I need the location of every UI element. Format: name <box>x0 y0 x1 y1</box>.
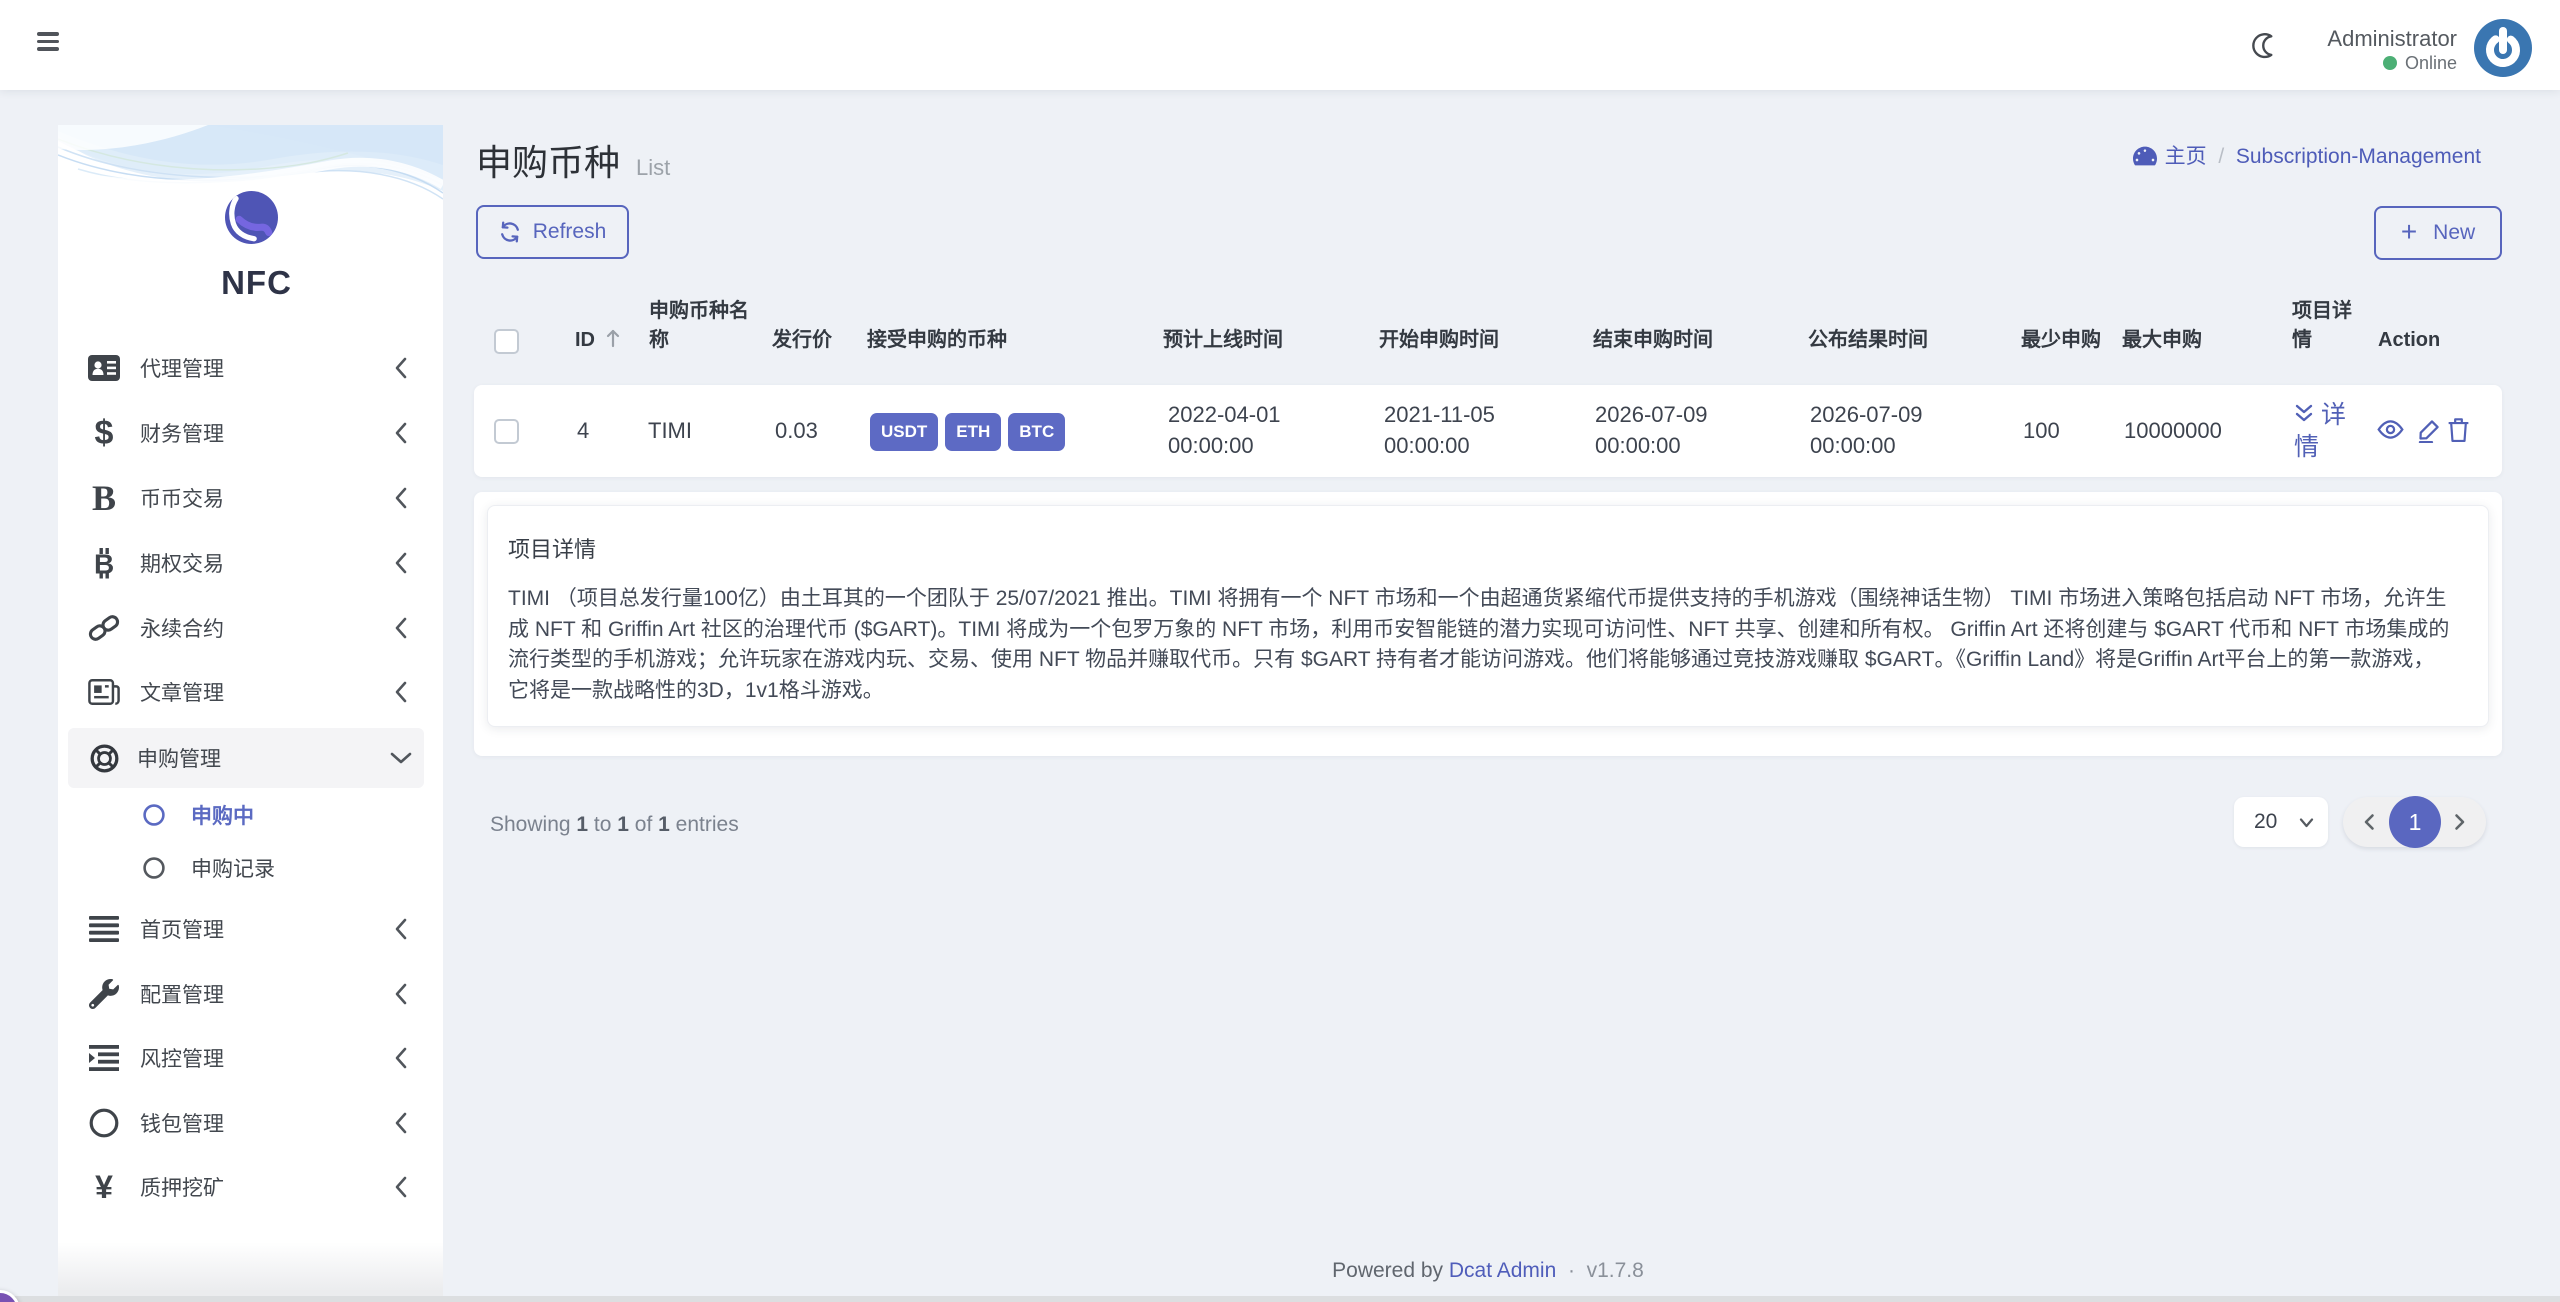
svg-text:B: B <box>94 549 114 580</box>
